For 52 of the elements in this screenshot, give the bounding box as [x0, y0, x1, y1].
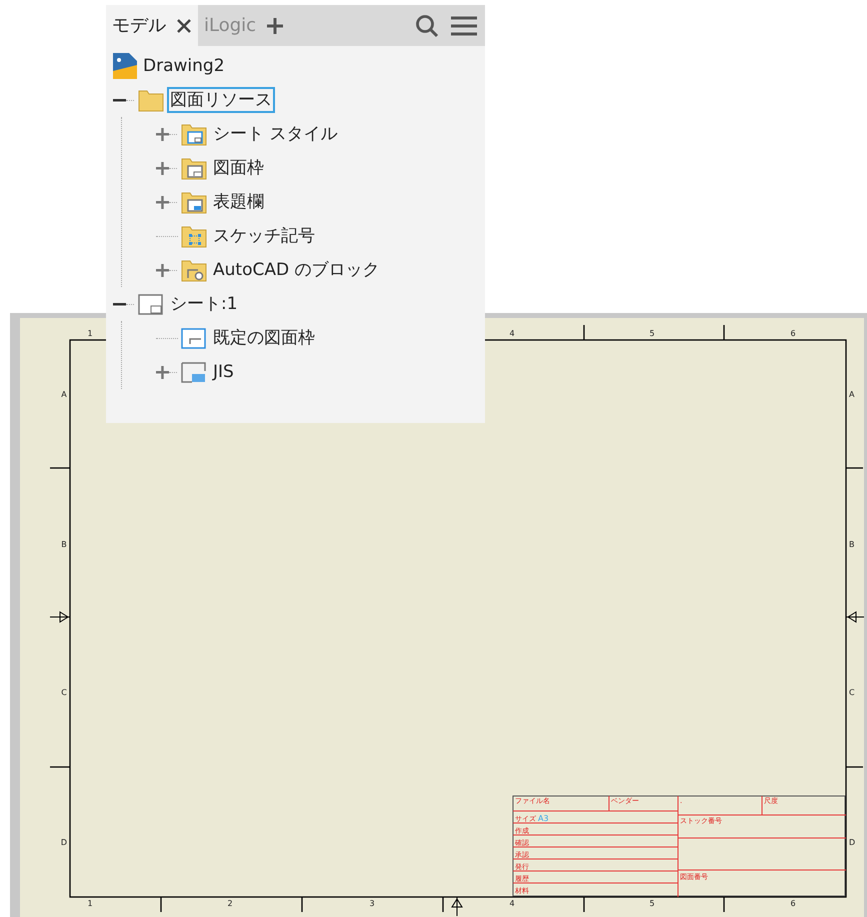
folder-frame-icon [181, 156, 207, 180]
frame-icon [181, 326, 207, 350]
zone-label: 5 [649, 899, 655, 908]
zone-label: 4 [509, 899, 515, 908]
add-tab-icon[interactable] [266, 16, 284, 34]
sheet-icon [138, 292, 164, 316]
zone-label: D [60, 838, 68, 847]
zone-label: B [849, 540, 854, 549]
center-mark-icon [451, 896, 463, 916]
tree-item[interactable]: AutoCAD のブロック [210, 257, 382, 283]
menu-icon[interactable] [451, 14, 477, 36]
tree-item[interactable]: シート:1 [167, 291, 241, 317]
plus-icon[interactable] [156, 366, 169, 378]
zone-label: 5 [649, 329, 655, 338]
folder-block-icon [181, 258, 207, 282]
zone-label: 4 [509, 329, 515, 338]
zone-label: B [61, 540, 67, 549]
title-block-icon [181, 360, 207, 384]
center-mark-icon [50, 611, 70, 623]
plus-icon[interactable] [156, 264, 169, 276]
folder-sheet-icon [181, 122, 207, 146]
title-block-value: A3 [538, 814, 549, 823]
tree-item[interactable]: JIS [210, 359, 237, 385]
folder-icon [138, 88, 164, 112]
plus-icon[interactable] [156, 128, 169, 140]
zone-label: 6 [790, 329, 796, 338]
zone-label: 6 [790, 899, 796, 908]
zone-label: C [61, 688, 67, 697]
zone-label: 1 [87, 899, 93, 908]
tree-item[interactable]: シート スタイル [210, 121, 340, 147]
zone-label: A [849, 390, 854, 399]
tree-item[interactable]: 表題欄 [210, 189, 267, 215]
zone-label: D [849, 838, 856, 847]
panel-tab[interactable]: モデル [106, 5, 198, 46]
folder-title-icon [181, 190, 207, 214]
zone-label: 2 [227, 899, 233, 908]
drawing-file-icon [113, 53, 137, 79]
plus-icon[interactable] [156, 196, 169, 208]
zone-label: A [61, 390, 67, 399]
center-mark-icon [846, 611, 864, 623]
tree-item[interactable]: スケッチ記号 [210, 223, 318, 249]
tree-item[interactable]: 既定の図面枠 [210, 325, 318, 351]
plus-icon[interactable] [156, 162, 169, 174]
tree-item[interactable]: 図面リソース [167, 87, 275, 113]
folder-sketch-icon [181, 224, 207, 248]
zone-label: 3 [369, 899, 375, 908]
tree-item[interactable]: Drawing2 [140, 53, 228, 79]
close-icon[interactable] [176, 18, 192, 34]
zone-label: 1 [87, 329, 93, 338]
tree-item[interactable]: 図面枠 [210, 155, 267, 181]
search-icon[interactable] [415, 14, 439, 38]
zone-label: C [849, 688, 855, 697]
